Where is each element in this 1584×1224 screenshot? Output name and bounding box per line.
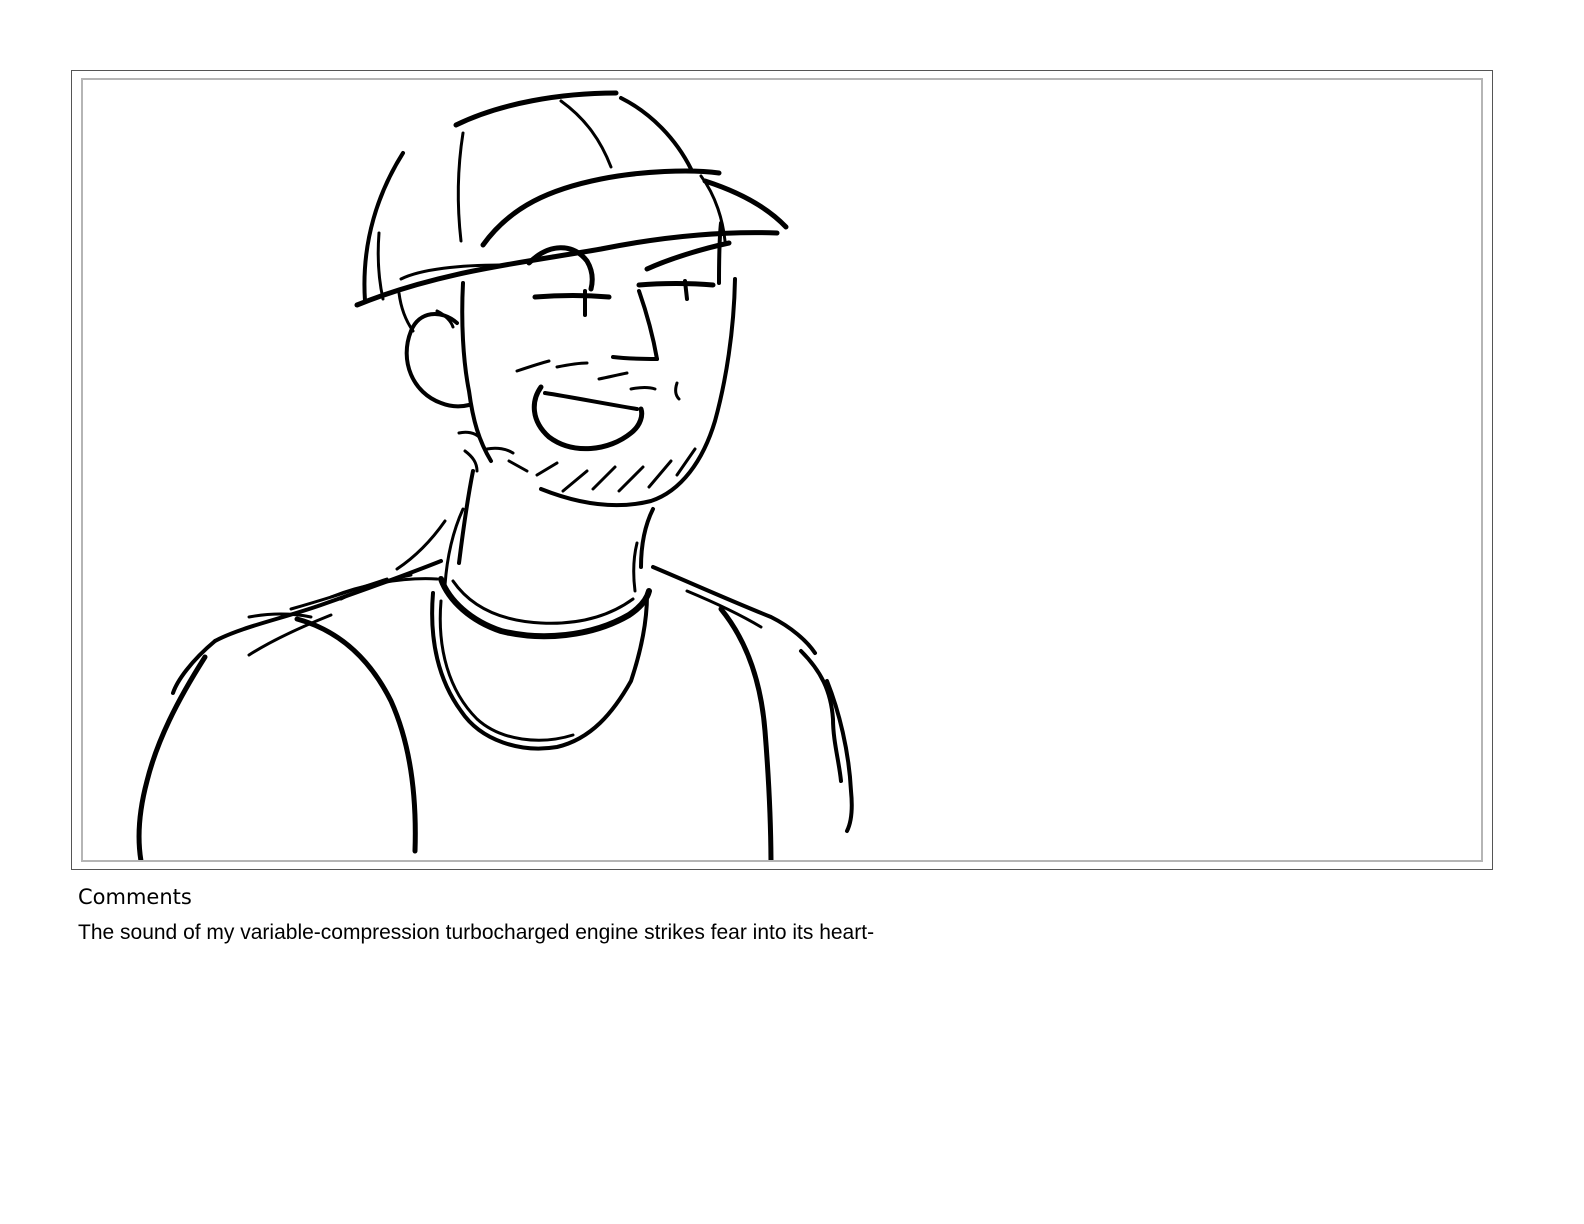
comments-heading: Comments (78, 885, 192, 909)
comments-text: The sound of my variable-compression tur… (78, 921, 875, 944)
man-in-cap-sketch-icon (136, 90, 854, 860)
storyboard-panel (81, 78, 1483, 862)
storyboard-panel-frame (71, 70, 1493, 870)
